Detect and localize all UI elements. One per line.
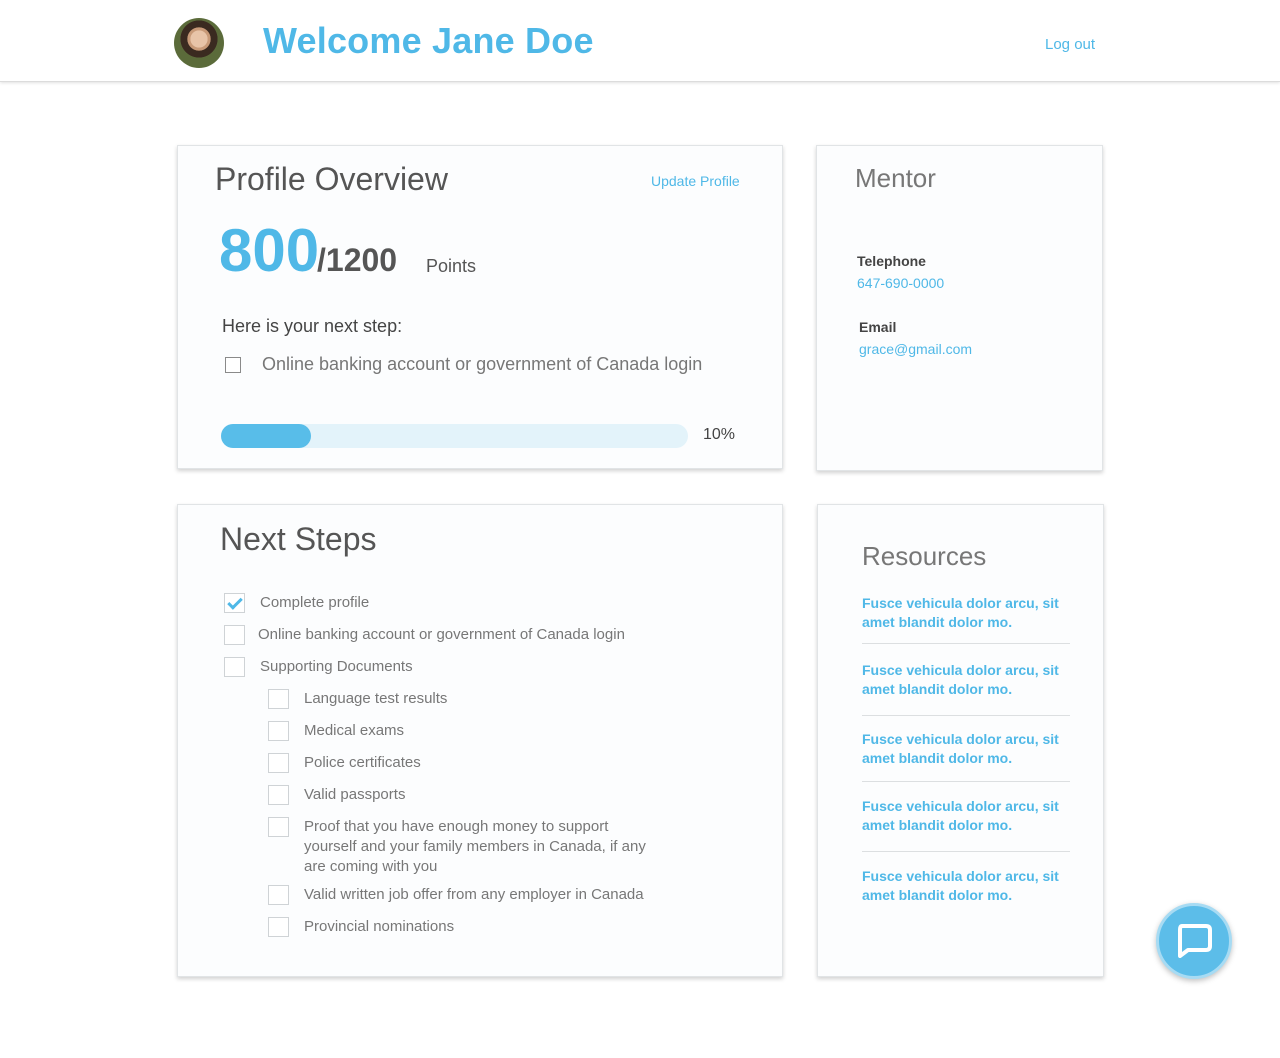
resources-card: Resources Fusce vehicula dolor arcu, sit… [817,504,1104,977]
logout-link[interactable]: Log out [1045,36,1095,53]
profile-overview-card: Profile Overview Update Profile 800 /120… [177,145,783,469]
resource-link[interactable]: Fusce vehicula dolor arcu, sit amet blan… [862,730,1070,768]
top-header: Welcome Jane Doe Log out [0,0,1280,82]
step-checkbox[interactable] [224,625,245,645]
step-checkbox[interactable] [268,689,289,709]
step-checkbox[interactable] [268,753,289,773]
step-proof-of-funds[interactable]: Proof that you have enough money to supp… [268,817,649,877]
mentor-telephone-link[interactable]: 647-690-0000 [857,275,944,291]
step-label: Valid written job offer from any employe… [304,886,644,903]
points-total: /1200 [317,242,398,278]
telephone-label: Telephone [857,253,926,269]
step-medical-exams[interactable]: Medical exams [268,721,404,741]
step-online-banking[interactable]: Online banking account or government of … [224,625,625,645]
step-checkbox[interactable] [268,885,289,905]
next-steps-title: Next Steps [220,521,377,557]
resource-link[interactable]: Fusce vehicula dolor arcu, sit amet blan… [862,661,1070,699]
next-step-item[interactable]: Online banking account or government of … [225,354,702,375]
step-checkbox[interactable] [268,817,289,837]
step-job-offer[interactable]: Valid written job offer from any employe… [268,885,644,905]
profile-overview-title: Profile Overview [215,161,448,197]
step-provincial-nominations[interactable]: Provincial nominations [268,917,454,937]
progress-percent: 10% [703,426,736,443]
step-label: Provincial nominations [304,918,455,935]
email-label: Email [859,319,897,335]
step-label: Police certificates [304,754,421,771]
step-label: Medical exams [304,722,405,739]
next-steps-card: Next Steps Complete profile Online banki… [177,504,783,977]
step-label: Proof that you have enough money to supp… [304,818,646,875]
mentor-title: Mentor [855,163,936,193]
resource-link[interactable]: Fusce vehicula dolor arcu, sit amet blan… [862,594,1070,632]
step-checkbox-checked[interactable] [224,593,245,613]
welcome-title: Welcome Jane Doe [263,20,594,61]
step-language-test[interactable]: Language test results [268,689,447,709]
mentor-card: Mentor Telephone 647-690-0000 Email grac… [816,145,1103,471]
resource-link[interactable]: Fusce vehicula dolor arcu, sit amet blan… [862,867,1070,905]
step-valid-passports[interactable]: Valid passports [268,785,405,805]
step-label: Complete profile [260,594,370,611]
update-profile-link[interactable]: Update Profile [651,173,740,189]
resource-divider [862,643,1070,644]
step-police-certificates[interactable]: Police certificates [268,753,421,773]
chat-button[interactable] [1156,903,1232,979]
step-checkbox[interactable] [268,785,289,805]
resource-link[interactable]: Fusce vehicula dolor arcu, sit amet blan… [862,797,1070,835]
resource-divider [862,781,1070,782]
step-label: Online banking account or government of … [258,626,625,643]
step-label: Language test results [304,690,448,707]
points-value: 800 [219,217,320,284]
resources-title: Resources [862,541,987,571]
profile-progress-bar [221,424,688,448]
step-checkbox[interactable] [268,721,289,741]
user-avatar[interactable] [174,18,224,68]
profile-progress-fill [221,424,311,448]
step-checkbox[interactable] [224,657,245,677]
step-supporting-documents[interactable]: Supporting Documents [224,657,413,677]
points-label: Points [426,256,477,276]
step-label: Valid passports [304,786,406,803]
next-step-label: Online banking account or government of … [262,354,703,374]
resource-divider [862,851,1070,852]
next-step-checkbox[interactable] [225,356,241,373]
step-checkbox[interactable] [268,917,289,937]
next-step-heading: Here is your next step: [222,316,403,336]
chat-bubble-icon [1178,924,1212,958]
resource-divider [862,715,1070,716]
mentor-email-link[interactable]: grace@gmail.com [859,341,972,357]
step-label: Supporting Documents [260,658,413,675]
step-complete-profile[interactable]: Complete profile [224,593,369,613]
